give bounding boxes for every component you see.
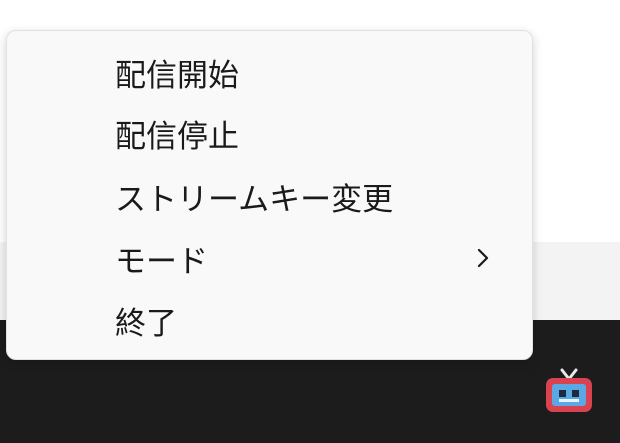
menu-item-stop-stream[interactable]: 配信停止 — [7, 104, 532, 162]
tv-icon-graphic — [546, 368, 592, 412]
menu-item-start-stream[interactable]: 配信開始 — [7, 43, 532, 101]
menu-item-label: 配信開始 — [115, 57, 239, 94]
menu-item-exit[interactable]: 終了 — [7, 291, 532, 349]
tv-icon[interactable] — [540, 366, 598, 418]
menu-item-mode[interactable]: モード — [7, 229, 532, 287]
menu-item-label: モード — [115, 243, 208, 280]
context-menu: 配信開始 配信停止 ストリームキー変更 モード 終了 — [6, 30, 533, 360]
menu-item-change-stream-key[interactable]: ストリームキー変更 — [7, 167, 532, 225]
menu-item-label: 終了 — [115, 305, 177, 342]
menu-item-label: ストリームキー変更 — [115, 181, 394, 218]
chevron-right-icon — [474, 247, 492, 269]
menu-item-label: 配信停止 — [115, 118, 239, 155]
